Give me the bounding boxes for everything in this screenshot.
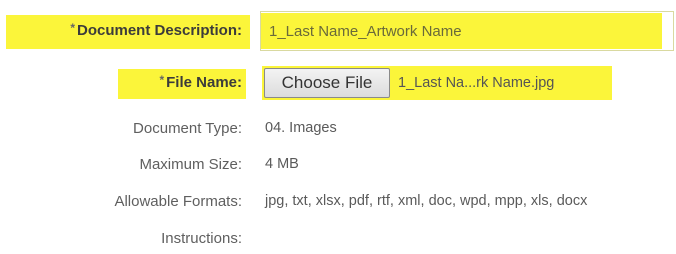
- required-indicator: *: [159, 73, 165, 87]
- required-indicator: *: [70, 21, 75, 35]
- allowable-formats-value: jpg, txt, xlsx, pdf, rtf, xml, doc, wpd,…: [265, 193, 588, 209]
- document-description-input[interactable]: [260, 11, 674, 51]
- maximum-size-label: Maximum Size:: [139, 156, 242, 173]
- document-description-label: * Document Description:: [70, 21, 242, 39]
- allowable-formats-label: Allowable Formats:: [114, 193, 242, 210]
- file-name-label: * File Name:: [159, 73, 242, 91]
- selected-file-name: 1_Last Na...rk Name.jpg: [398, 75, 555, 91]
- document-type-label: Document Type:: [133, 120, 242, 137]
- choose-file-button[interactable]: Choose File: [264, 68, 390, 98]
- maximum-size-value: 4 MB: [265, 156, 299, 172]
- document-type-value: 04. Images: [265, 120, 337, 136]
- instructions-label: Instructions:: [161, 230, 242, 247]
